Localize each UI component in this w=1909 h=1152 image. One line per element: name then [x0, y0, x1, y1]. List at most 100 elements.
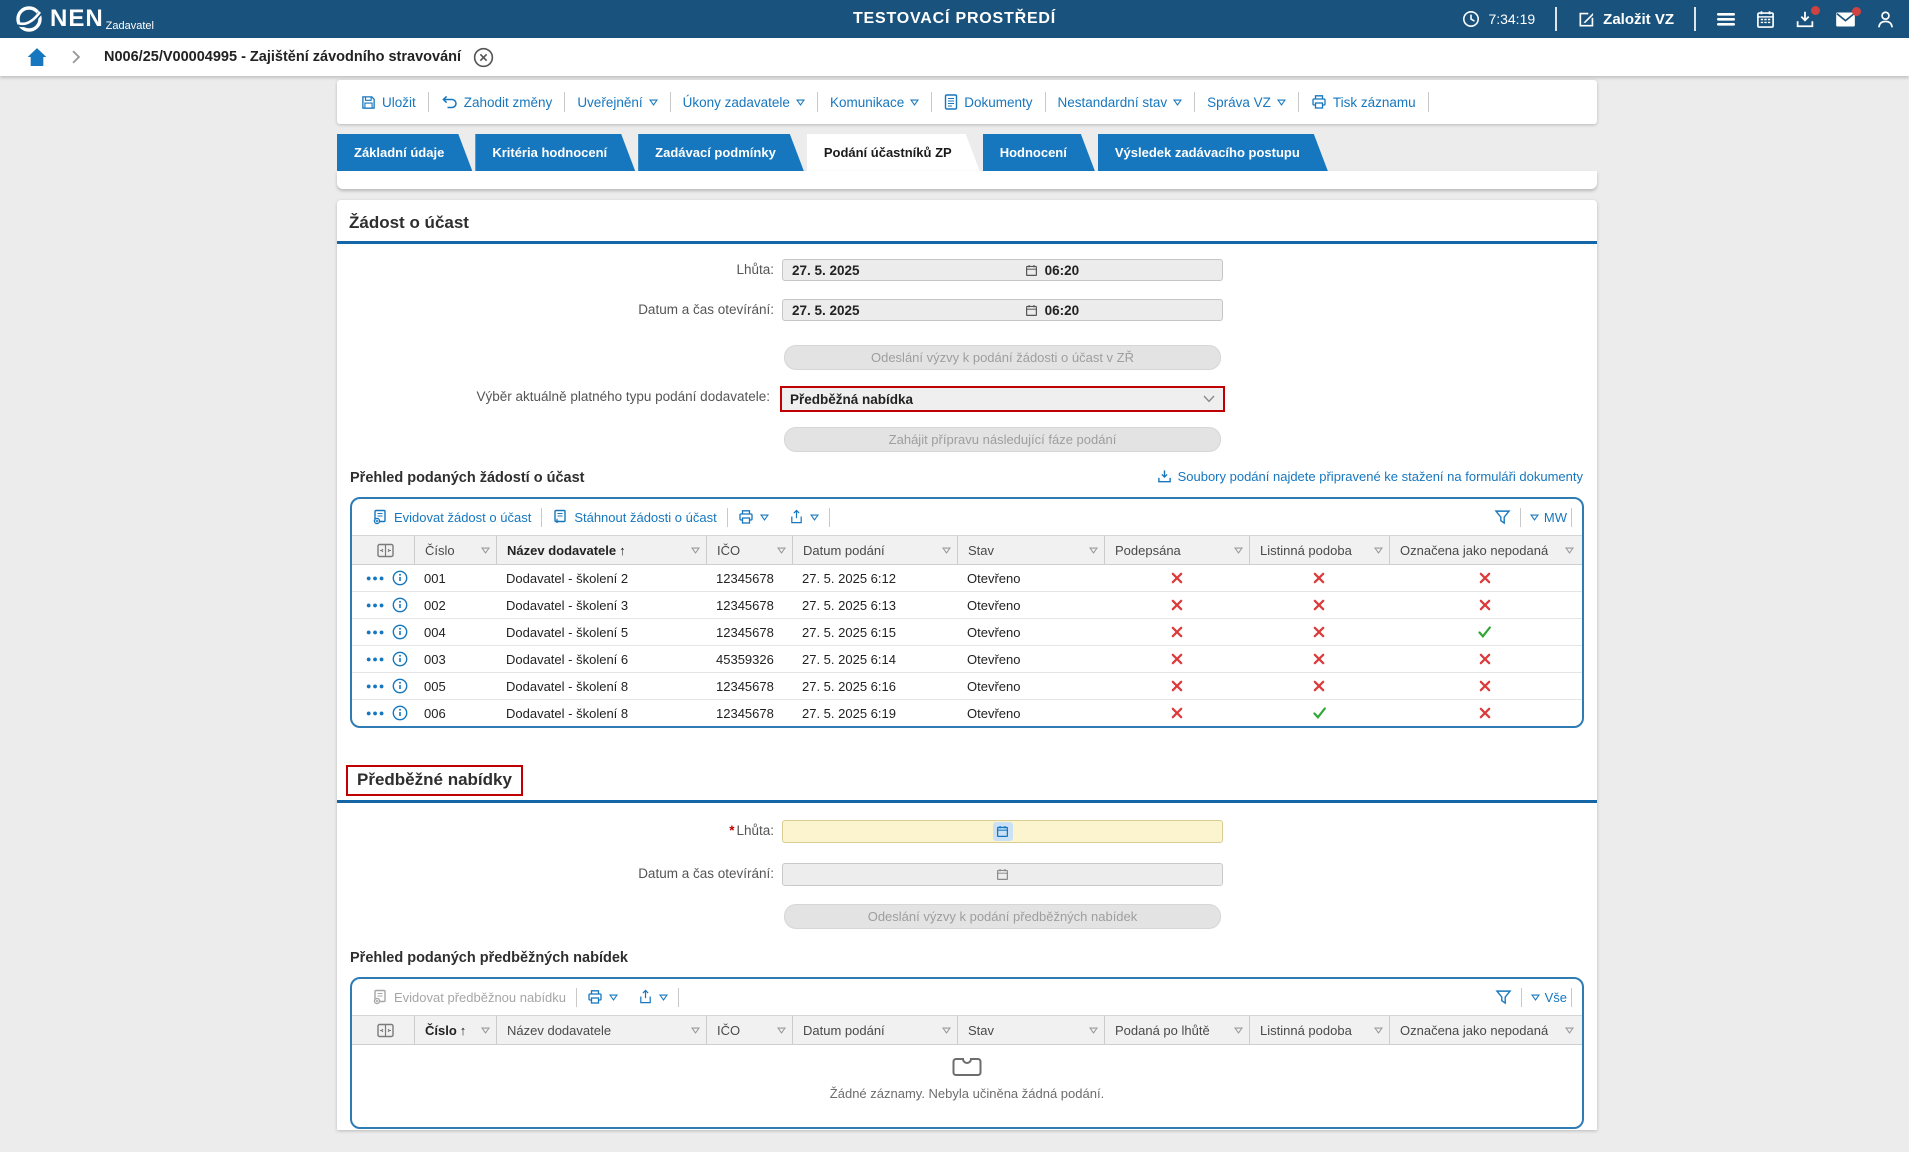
table-row[interactable]: ●●● 002 Dodavatel - školení 3 12345678 27. 5…	[352, 592, 1582, 619]
column-header-listinná-podoba[interactable]: Listinná podoba	[1249, 1016, 1389, 1044]
submission-files-link[interactable]: Soubory podání najdete připravené ke sta…	[1157, 469, 1583, 484]
row-menu-icon[interactable]: ●●●	[366, 573, 385, 583]
flag-no-cell	[1249, 626, 1389, 638]
toolbar-dokumenty[interactable]: Dokumenty	[932, 92, 1046, 112]
opening-field: 27. 5. 2025 06:20	[782, 299, 1223, 321]
home-icon[interactable]	[26, 46, 48, 68]
info-icon[interactable]	[392, 570, 408, 586]
filter-icon[interactable]	[1494, 509, 1511, 526]
column-header-označena-jako-nepodaná[interactable]: Označena jako nepodaná	[1389, 536, 1580, 564]
cell: Otevřeno	[967, 597, 1021, 613]
row-menu-icon[interactable]: ●●●	[366, 681, 385, 691]
calendar-icon[interactable]	[992, 822, 1013, 841]
row-menu-icon[interactable]: ●●●	[366, 654, 385, 664]
column-label: Číslo ↑	[425, 1022, 467, 1038]
table-row[interactable]: ●●● 001 Dodavatel - školení 2 12345678 27. 5…	[352, 565, 1582, 592]
print-menu-button[interactable]	[728, 509, 779, 525]
column-header-podepsána[interactable]: Podepsána	[1104, 536, 1249, 564]
download-requests-button[interactable]: Stáhnout žádosti o účast	[542, 509, 726, 525]
toolbar-ukony-zadavatele[interactable]: Úkony zadavatele	[671, 92, 818, 112]
view-selector[interactable]: Vše	[1530, 990, 1567, 1005]
tab-z-kladn-daje[interactable]: Základní údaje	[337, 134, 472, 171]
row-menu-icon[interactable]: ●●●	[366, 600, 385, 610]
calendar-icon[interactable]	[1756, 10, 1775, 29]
column-header-datum-podání[interactable]: Datum podání	[792, 536, 957, 564]
overview-title-preliminary: Přehled podaných předběžných nabídek	[350, 950, 628, 966]
next-phase-button[interactable]: Zahájit přípravu následující fáze podání	[784, 427, 1221, 452]
column-header-stav[interactable]: Stav	[957, 1016, 1104, 1044]
mail-icon[interactable]	[1835, 6, 1861, 28]
info-icon[interactable]	[392, 624, 408, 640]
column-header-označena-jako-nepodaná[interactable]: Označena jako nepodaná	[1389, 1016, 1580, 1044]
send-preliminary-button[interactable]: Odeslání výzvy k podání předběžných nabí…	[784, 904, 1221, 929]
breadcrumb-item[interactable]: N006/25/V00004995 - Zajištění závodního …	[104, 49, 461, 65]
overview-title-requests: Přehled podaných žádostí o účast	[350, 470, 585, 486]
download-tray-icon	[1157, 469, 1172, 484]
print-menu-button[interactable]	[577, 989, 628, 1005]
action-toolbar: Uložit Zahodit změny Uveřejnění Úkony zadav…	[337, 80, 1597, 124]
column-header-podaná-po-lhůtě[interactable]: Podaná po lhůtě	[1104, 1016, 1249, 1044]
info-icon[interactable]	[392, 705, 408, 721]
row-menu-icon[interactable]: ●●●	[366, 627, 385, 637]
create-vz-button[interactable]: Založit VZ	[1577, 10, 1674, 29]
print-icon	[1311, 94, 1327, 110]
register-request-button[interactable]: Evidovat žádost o účast	[362, 509, 541, 525]
send-request-button[interactable]: Odeslání výzvy k podání žádosti o účast …	[784, 345, 1221, 370]
info-icon[interactable]	[392, 678, 408, 694]
cross-icon	[1313, 599, 1325, 611]
column-label: Podepsána	[1115, 542, 1181, 558]
chevron-right-icon	[70, 50, 82, 64]
close-tab-icon[interactable]	[473, 47, 494, 68]
cross-icon	[1313, 572, 1325, 584]
submission-type-select[interactable]: Předběžná nabídka	[780, 386, 1225, 412]
tab-hodnocen-[interactable]: Hodnocení	[983, 134, 1095, 171]
tab-v-sledek-zad-vac-ho-postupu[interactable]: Výsledek zadávacího postupu	[1098, 134, 1328, 171]
menu-icon[interactable]	[1716, 11, 1736, 27]
column-header-ičo[interactable]: IČO	[706, 536, 792, 564]
toolbar-nestandardni-stav[interactable]: Nestandardní stav	[1046, 92, 1196, 112]
flag-no-cell	[1104, 572, 1249, 584]
opening-label: Datum a čas otevírání:	[638, 302, 774, 317]
tab-pod-n-astn-k-zp[interactable]: Podání účastníků ZP	[807, 134, 980, 171]
column-label: Označena jako nepodaná	[1400, 1022, 1549, 1038]
column-header-ičo[interactable]: IČO	[706, 1016, 792, 1044]
table-row[interactable]: ●●● 003 Dodavatel - školení 6 45359326 27. 5…	[352, 646, 1582, 673]
toolbar-komunikace[interactable]: Komunikace	[818, 92, 933, 112]
column-header-číslo[interactable]: Číslo ↑	[414, 1016, 496, 1044]
row-menu-icon[interactable]: ●●●	[366, 708, 385, 718]
flag-no-cell	[1389, 653, 1580, 665]
export-menu-button[interactable]	[628, 989, 678, 1005]
deadline2-field[interactable]	[782, 820, 1223, 843]
column-label: IČO	[717, 542, 741, 558]
column-header-stav[interactable]: Stav	[957, 536, 1104, 564]
toolbar-tisk-zaznamu[interactable]: Tisk záznamu	[1299, 92, 1429, 112]
requests-table-toolbar: Evidovat žádost o účast Stáhnout žádosti…	[352, 499, 1582, 535]
view-selector[interactable]: MW	[1529, 510, 1567, 525]
table-row[interactable]: ●●● 006 Dodavatel - školení 8 12345678 27. 5…	[352, 700, 1582, 726]
calendar-icon	[996, 868, 1009, 881]
toolbar-sprava-vz[interactable]: Správa VZ	[1195, 92, 1299, 112]
downloads-tray-icon[interactable]	[1795, 5, 1820, 29]
cell: Dodavatel - školení 3	[506, 597, 629, 613]
tab-krit-ria-hodnocen-[interactable]: Kritéria hodnocení	[475, 134, 635, 171]
user-icon[interactable]	[1876, 10, 1895, 29]
export-menu-button[interactable]	[779, 509, 829, 525]
column-chooser-cell[interactable]	[352, 1016, 414, 1044]
info-icon[interactable]	[392, 597, 408, 613]
table-row[interactable]: ●●● 004 Dodavatel - školení 5 12345678 27. 5…	[352, 619, 1582, 646]
column-header-název-dodavatele[interactable]: Název dodavatele ↑	[496, 536, 706, 564]
column-header-název-dodavatele[interactable]: Název dodavatele	[496, 1016, 706, 1044]
document-icon	[944, 94, 958, 110]
table-row[interactable]: ●●● 005 Dodavatel - školení 8 12345678 27. 5…	[352, 673, 1582, 700]
toolbar-uverejneni[interactable]: Uveřejnění	[565, 92, 671, 112]
column-header-listinná-podoba[interactable]: Listinná podoba	[1249, 536, 1389, 564]
tab-zad-vac-podm-nky[interactable]: Zadávací podmínky	[638, 134, 804, 171]
toolbar-ulozit[interactable]: Uložit	[349, 92, 429, 112]
register-preliminary-button[interactable]: Evidovat předběžnou nabídku	[362, 989, 576, 1005]
column-header-datum-podání[interactable]: Datum podání	[792, 1016, 957, 1044]
filter-icon[interactable]	[1495, 989, 1512, 1006]
toolbar-zahodit-zmeny[interactable]: Zahodit změny	[429, 92, 566, 112]
info-icon[interactable]	[392, 651, 408, 667]
column-header-číslo[interactable]: Číslo	[414, 536, 496, 564]
column-chooser-cell[interactable]	[352, 536, 414, 564]
